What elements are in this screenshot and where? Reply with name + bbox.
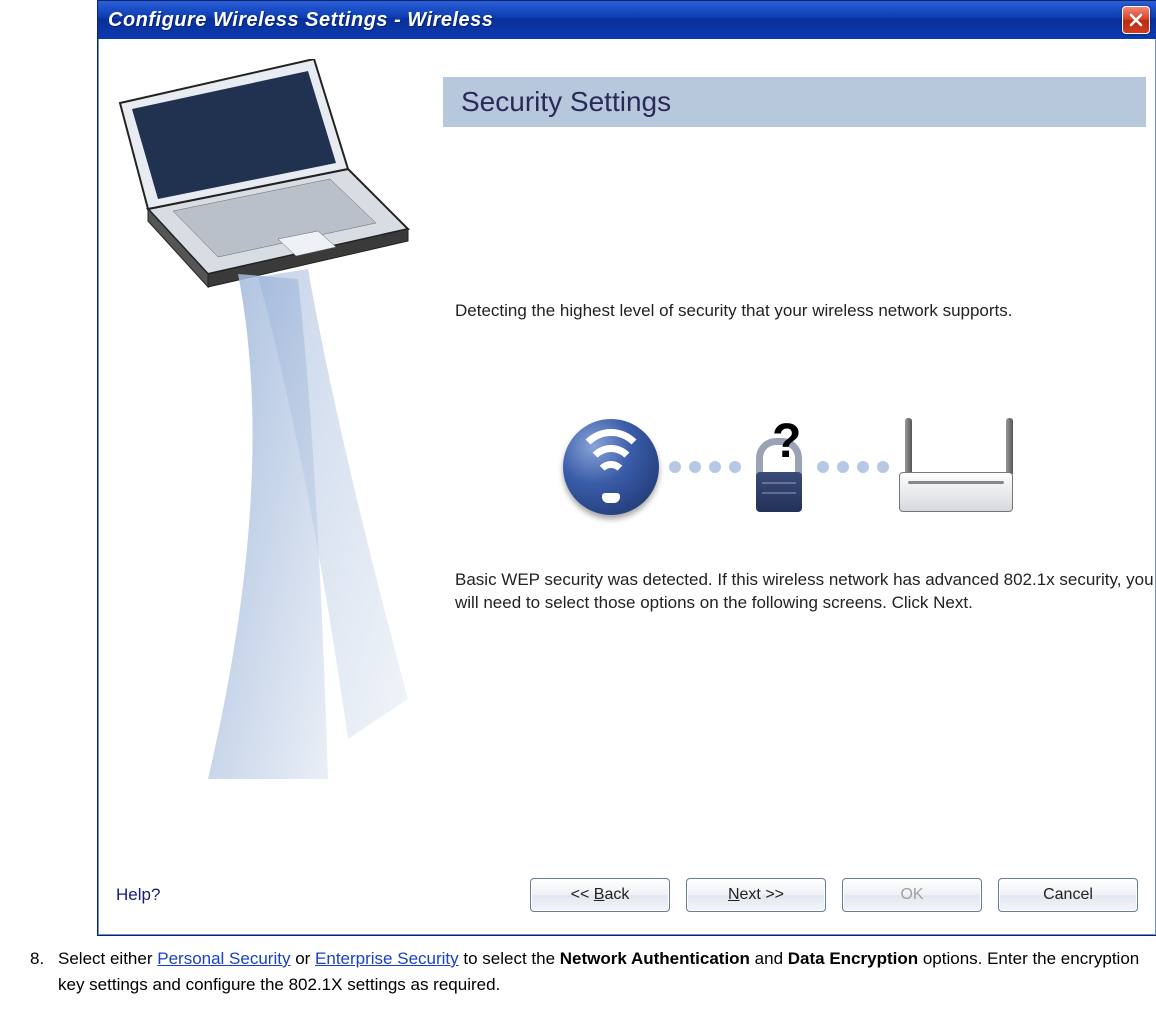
instr-text: and (750, 949, 788, 968)
window-title: Configure Wireless Settings - Wireless (108, 9, 493, 32)
page-heading: Security Settings (443, 77, 1146, 127)
close-icon[interactable] (1122, 6, 1150, 34)
personal-security-link[interactable]: Personal Security (157, 949, 290, 968)
router-icon (899, 422, 1019, 512)
security-lock-icon: ? (751, 422, 807, 512)
step-number: 8. (30, 946, 58, 997)
back-button[interactable]: << Back (530, 878, 670, 912)
cancel-button[interactable]: Cancel (998, 878, 1138, 912)
instr-text: or (290, 949, 315, 968)
wireless-settings-dialog: Configure Wireless Settings - Wireless (97, 0, 1156, 936)
enterprise-security-link[interactable]: Enterprise Security (315, 949, 459, 968)
wizard-sidebar-graphic (108, 59, 443, 829)
titlebar: Configure Wireless Settings - Wireless (98, 1, 1156, 39)
detection-result-text: Basic WEP security was detected. If this… (455, 569, 1155, 615)
instr-bold: Network Authentication (560, 949, 750, 968)
help-link[interactable]: Help? (116, 885, 160, 905)
instr-text: Select either (58, 949, 157, 968)
connection-dots-left (669, 461, 741, 473)
wizard-button-bar: Help? << Back Next >> OK Cancel (98, 873, 1156, 917)
connection-dots-right (817, 461, 889, 473)
instr-bold: Data Encryption (788, 949, 918, 968)
ok-button: OK (842, 878, 982, 912)
detecting-status-text: Detecting the highest level of security … (455, 300, 1115, 323)
instr-text: to select the (459, 949, 560, 968)
page-heading-text: Security Settings (461, 86, 671, 118)
next-button[interactable]: Next >> (686, 878, 826, 912)
document-instruction-step: 8. Select either Personal Security or En… (0, 946, 1156, 1017)
wifi-signal-icon (563, 419, 659, 515)
detection-graphic: ? (563, 419, 1019, 515)
